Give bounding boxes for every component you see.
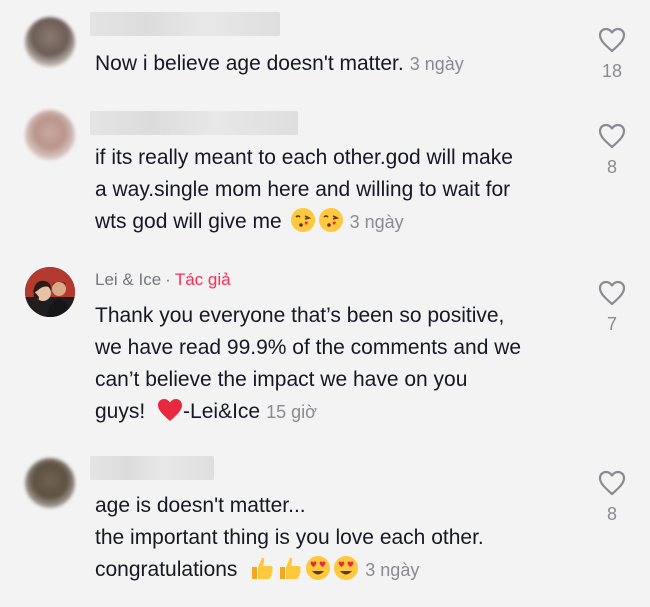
like-count: 18 (601, 61, 623, 81)
heart-eyes-emoji (306, 556, 331, 580)
comment-line: wts god will give me (95, 210, 282, 233)
comment-text: Thank you everyone that’s been so positi… (95, 300, 575, 428)
heart-outline-icon (598, 27, 626, 53)
username-blurred[interactable] (90, 111, 298, 135)
author-line: Lei & Ice · Tác giả (95, 270, 231, 290)
comment-line: the important thing is you love each oth… (95, 526, 484, 549)
comment-line: Now i believe age doesn't matter. (95, 52, 404, 75)
like-count: 7 (606, 314, 617, 334)
comment-text: if its really meant to each other.god wi… (95, 142, 575, 238)
like-count: 8 (606, 157, 617, 177)
red-heart-emoji (158, 399, 183, 421)
comment-line: congratulations (95, 558, 238, 581)
comment-time: 3 ngày (349, 212, 404, 232)
heart-outline-icon (598, 280, 626, 306)
heart-eyes-emoji (334, 556, 359, 580)
like-button[interactable]: 7 (595, 280, 629, 335)
comment-line: a way.single mom here and willing to wai… (95, 178, 511, 201)
thumbs-up-emoji (280, 557, 302, 579)
avatar[interactable] (25, 17, 75, 67)
comment-text: age is doesn't matter... the important t… (95, 490, 575, 586)
author-tag: Tác giả (174, 270, 231, 289)
comment-line: can’t believe the impact we have on you (95, 368, 468, 391)
like-button[interactable]: 8 (595, 470, 629, 525)
comment-line: if its really meant to each other.god wi… (95, 146, 513, 169)
comment-time: 3 ngày (365, 560, 420, 580)
comment-line: Thank you everyone that’s been so positi… (95, 304, 505, 327)
thumbs-up-emoji (252, 557, 274, 579)
face-blowing-kiss-emoji (318, 208, 343, 232)
username-blurred[interactable] (90, 12, 280, 36)
comment-time: 3 ngày (409, 54, 464, 74)
username-blurred[interactable] (90, 456, 214, 480)
comment-line: we have read 99.9% of the comments and w… (95, 336, 522, 359)
avatar[interactable] (25, 458, 75, 508)
comment-time: 15 giờ (266, 402, 317, 422)
comment-line: age is doesn't matter... (95, 494, 306, 517)
comment-line: guys! (95, 400, 146, 423)
author-photo (25, 267, 75, 317)
avatar[interactable] (25, 110, 75, 160)
comment-text: Now i believe age doesn't matter. 3 ngày (95, 48, 575, 80)
like-count: 8 (606, 504, 617, 524)
heart-outline-icon (598, 123, 626, 149)
avatar[interactable] (25, 267, 75, 317)
like-button[interactable]: 18 (595, 27, 629, 82)
author-name[interactable]: Lei & Ice (95, 270, 161, 289)
comment-signature: -Lei&Ice (183, 400, 261, 423)
heart-outline-icon (598, 470, 626, 496)
face-blowing-kiss-emoji (290, 208, 315, 232)
like-button[interactable]: 8 (595, 123, 629, 178)
separator-dot: · (165, 270, 171, 289)
